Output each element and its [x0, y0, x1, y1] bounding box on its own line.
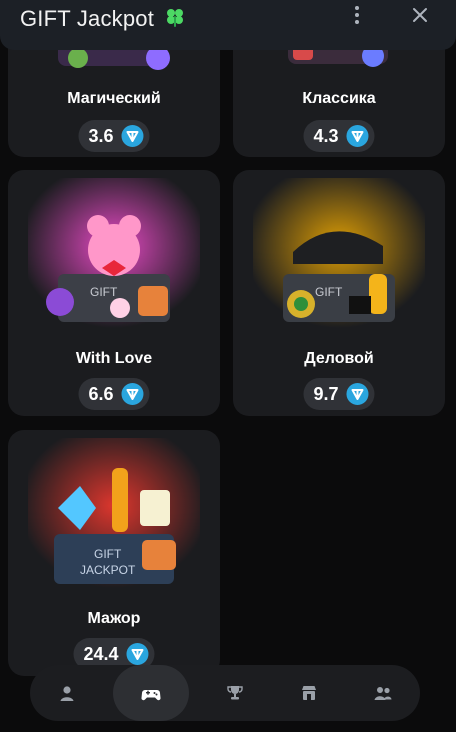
nav-games[interactable]: [113, 665, 189, 721]
nav-shop[interactable]: [281, 665, 337, 721]
case-name: With Love: [75, 350, 153, 367]
svg-text:GIFT: GIFT: [94, 547, 122, 561]
price-value: 24.4: [83, 643, 119, 664]
case-art-with-love: GIFT: [28, 178, 200, 328]
svg-text:JACKPOT: JACKPOT: [80, 563, 136, 577]
bottom-nav: [30, 665, 420, 721]
svg-text:GIFT: GIFT: [90, 285, 118, 299]
price-value: 4.3: [313, 125, 339, 146]
nav-profile[interactable]: [39, 665, 95, 721]
cases-grid: Магический 3.6 Классика 4.3 GIFT With Lo…: [0, 0, 456, 732]
price-pill[interactable]: 3.6: [78, 120, 150, 152]
case-name: Магический: [67, 90, 161, 107]
ton-icon: [121, 125, 144, 147]
users-icon: [374, 687, 392, 700]
close-icon[interactable]: [409, 4, 431, 26]
more-menu-icon[interactable]: [350, 4, 364, 26]
ton-icon: [346, 383, 369, 405]
price-pill[interactable]: 9.7: [303, 378, 375, 410]
price-value: 6.6: [88, 383, 114, 404]
price-value: 3.6: [88, 125, 114, 146]
ton-icon: [346, 125, 369, 147]
ton-icon: [121, 383, 144, 405]
price-pill[interactable]: 4.3: [303, 120, 375, 152]
shop-icon: [302, 686, 316, 700]
case-card-business[interactable]: GIFT Деловой 9.7: [233, 170, 445, 416]
case-name: Деловой: [304, 350, 374, 367]
clover-icon: [167, 9, 183, 27]
svg-text:GIFT: GIFT: [315, 285, 343, 299]
case-card-major[interactable]: GIFT JACKPOT Мажор 24.4: [8, 430, 220, 676]
case-card-with-love[interactable]: GIFT With Love 6.6: [8, 170, 220, 416]
case-name: Мажор: [87, 610, 141, 627]
case-name: Классика: [302, 90, 376, 107]
case-art-business: GIFT: [253, 178, 425, 328]
price-value: 9.7: [313, 383, 339, 404]
nav-friends[interactable]: [355, 665, 411, 721]
profile-icon: [60, 686, 74, 701]
app-header: GIFT Jackpot: [0, 0, 456, 50]
trophy-icon: [227, 686, 243, 700]
gamepad-icon: [141, 690, 161, 701]
price-pill[interactable]: 6.6: [78, 378, 150, 410]
case-art-major: GIFT JACKPOT: [28, 438, 200, 588]
ton-icon: [126, 643, 149, 665]
app-title: GIFT Jackpot: [20, 6, 155, 31]
nav-leaderboard[interactable]: [207, 665, 263, 721]
